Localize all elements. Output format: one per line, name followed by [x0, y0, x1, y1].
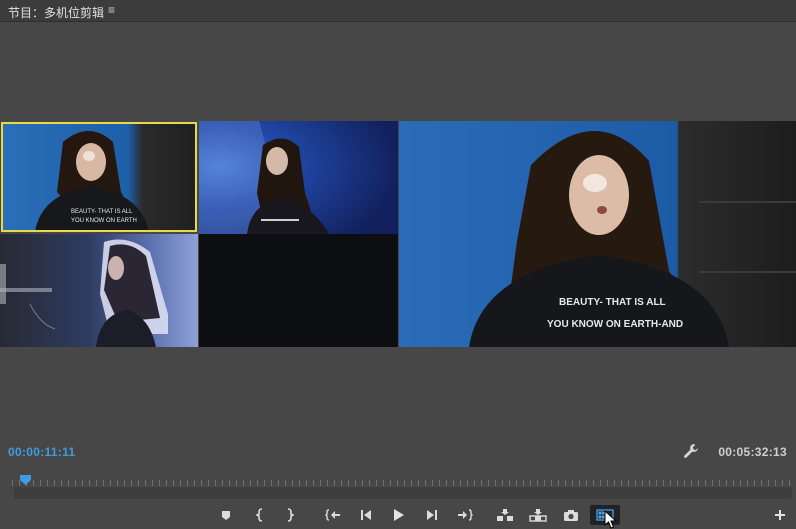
- playhead-icon[interactable]: [20, 472, 31, 485]
- camera-2-preview[interactable]: [199, 121, 398, 234]
- insert-icon: [496, 508, 514, 522]
- panel-menu-icon[interactable]: ≡: [108, 3, 115, 17]
- export-frame-button[interactable]: [560, 505, 582, 525]
- add-button[interactable]: [769, 505, 791, 525]
- step-back-icon: [360, 509, 372, 521]
- shirt-text-line-2: YOU KNOW ON EARTH: [71, 218, 137, 224]
- play-button[interactable]: [388, 505, 410, 525]
- camera-4-preview[interactable]: [199, 234, 398, 347]
- time-ruler[interactable]: [0, 468, 796, 486]
- program-monitor-panel: 节目：多机位剪辑 ≡ BEAUTY- THAT IS ALL YOU KNOW …: [0, 0, 796, 529]
- add-marker-icon: [221, 510, 231, 521]
- camera-3-preview[interactable]: [0, 234, 198, 347]
- step-back-button[interactable]: [355, 505, 377, 525]
- camera-1-preview[interactable]: BEAUTY- THAT IS ALL YOU KNOW ON EARTH: [1, 122, 197, 232]
- zoom-scroll-bar[interactable]: [14, 487, 792, 499]
- step-forward-button[interactable]: [421, 505, 443, 525]
- go-to-out-button[interactable]: [454, 505, 476, 525]
- add-marker-button[interactable]: [215, 505, 237, 525]
- mark-out-icon: [286, 508, 294, 522]
- go-to-in-button[interactable]: [322, 505, 344, 525]
- program-shirt-text-line-1: BEAUTY- THAT IS ALL: [559, 297, 666, 308]
- mouse-cursor-icon: [604, 509, 618, 529]
- go-to-in-icon: [325, 509, 341, 521]
- overwrite-icon: [529, 508, 547, 522]
- export-frame-icon: [563, 509, 579, 522]
- program-shirt-text-line-2: YOU KNOW ON EARTH-AND: [547, 319, 683, 330]
- program-output: BEAUTY- THAT IS ALL YOU KNOW ON EARTH-AN…: [399, 121, 796, 347]
- insert-button[interactable]: [494, 505, 516, 525]
- current-timecode[interactable]: 00:00:11:11: [8, 445, 75, 459]
- shirt-text-line-1: BEAUTY- THAT IS ALL: [71, 209, 133, 215]
- duration-timecode: 00:05:32:13: [718, 445, 787, 459]
- step-forward-icon: [426, 509, 438, 521]
- panel-title[interactable]: 节目：多机位剪辑: [8, 4, 104, 21]
- play-icon: [393, 508, 405, 522]
- mark-out-button[interactable]: [279, 505, 301, 525]
- mark-in-button[interactable]: [249, 505, 271, 525]
- go-to-out-icon: [457, 509, 473, 521]
- wrench-icon[interactable]: [683, 443, 699, 459]
- ruler-ticks: [12, 480, 790, 486]
- overwrite-button[interactable]: [527, 505, 549, 525]
- multicam-view: BEAUTY- THAT IS ALL YOU KNOW ON EARTH BE…: [0, 121, 796, 347]
- mark-in-icon: [256, 508, 264, 522]
- transport-controls: [0, 503, 796, 529]
- panel-header: 节目：多机位剪辑 ≡: [0, 0, 796, 22]
- add-button-icon: [774, 509, 786, 521]
